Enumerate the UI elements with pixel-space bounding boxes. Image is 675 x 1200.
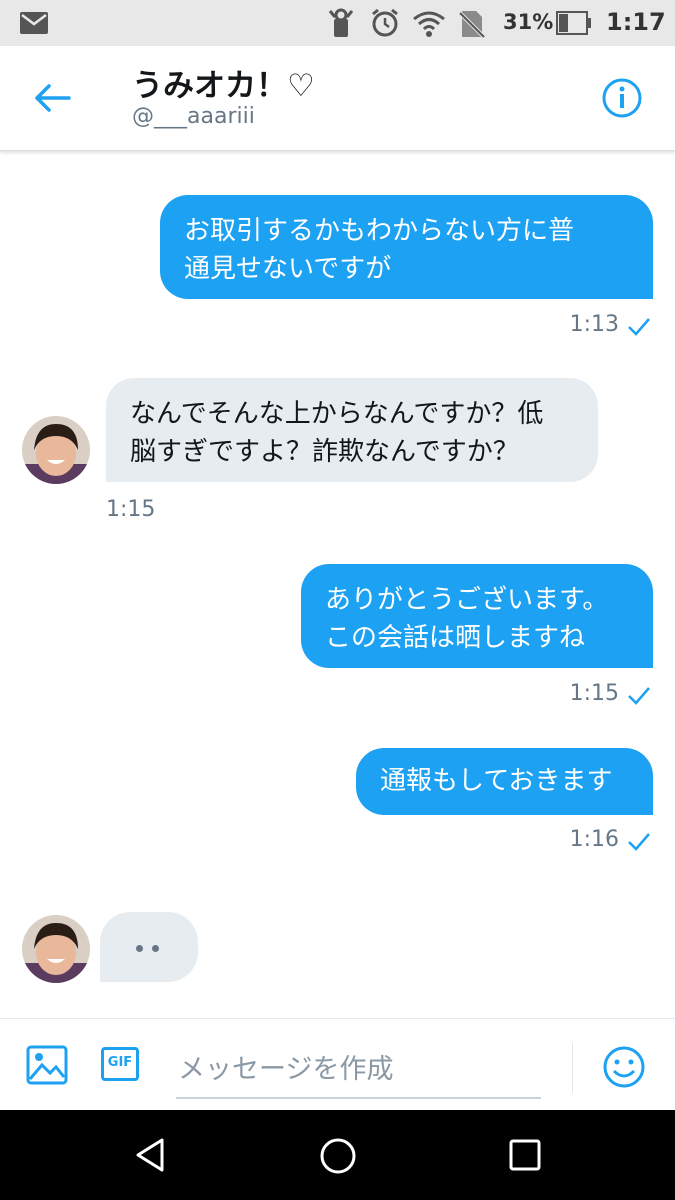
composer-divider [572, 1043, 573, 1093]
avatar[interactable] [22, 416, 90, 484]
gif-button[interactable]: GIF [101, 1047, 139, 1081]
typing-dot [136, 945, 143, 952]
checkmark-icon [628, 833, 650, 851]
typing-dot [152, 945, 159, 952]
mail-icon [20, 12, 48, 34]
conversation-title: うみオカ！♡ [132, 68, 315, 104]
vibrate-alarm-icon [328, 8, 354, 37]
no-sim-icon [459, 11, 485, 39]
checkmark-icon [628, 687, 650, 705]
message-timestamp: 1:16 [569, 827, 619, 852]
nav-back-icon[interactable] [134, 1137, 166, 1173]
battery-icon [556, 11, 591, 35]
conversation-header: うみオカ！♡ @___aaariii [0, 46, 675, 151]
system-nav-bar [0, 1110, 675, 1200]
image-icon[interactable] [26, 1045, 68, 1085]
outgoing-message-bubble[interactable]: 通報もしておきます [356, 748, 653, 815]
status-bar: 31% 1:17 [0, 0, 675, 46]
message-input-placeholder: メッセージを作成 [178, 1054, 394, 1085]
avatar[interactable] [22, 915, 90, 983]
info-icon[interactable] [601, 77, 643, 119]
outgoing-message-bubble[interactable]: お取引するかもわからない方に普 通見せないですが [160, 195, 653, 299]
message-timestamp: 1:15 [106, 497, 156, 522]
typing-indicator [100, 912, 198, 982]
message-input[interactable]: メッセージを作成 [176, 1037, 541, 1099]
conversation-handle: @___aaariii [132, 104, 255, 129]
message-timestamp: 1:15 [569, 681, 619, 706]
back-arrow-icon[interactable] [33, 83, 71, 113]
nav-home-icon[interactable] [319, 1137, 357, 1175]
gif-label: GIF [107, 1055, 133, 1070]
wifi-icon [413, 11, 445, 37]
battery-percent: 31% [503, 10, 554, 34]
message-timestamp: 1:13 [569, 312, 619, 337]
nav-recents-icon[interactable] [508, 1138, 542, 1172]
checkmark-icon [628, 318, 650, 336]
outgoing-message-bubble[interactable]: ありがとうございます。 この会話は晒しますね [301, 564, 653, 668]
message-list: お取引するかもわからない方に普 通見せないですが 1:13 なんでそんな上からな… [0, 150, 675, 1018]
incoming-message-bubble[interactable]: なんでそんな上からなんですか？低 脳すぎですよ？詐欺なんですか？ [106, 378, 598, 482]
message-composer: GIF メッセージを作成 [0, 1018, 675, 1111]
alarm-icon [372, 8, 398, 37]
emoji-icon[interactable] [602, 1045, 646, 1089]
clock: 1:17 [606, 8, 666, 36]
